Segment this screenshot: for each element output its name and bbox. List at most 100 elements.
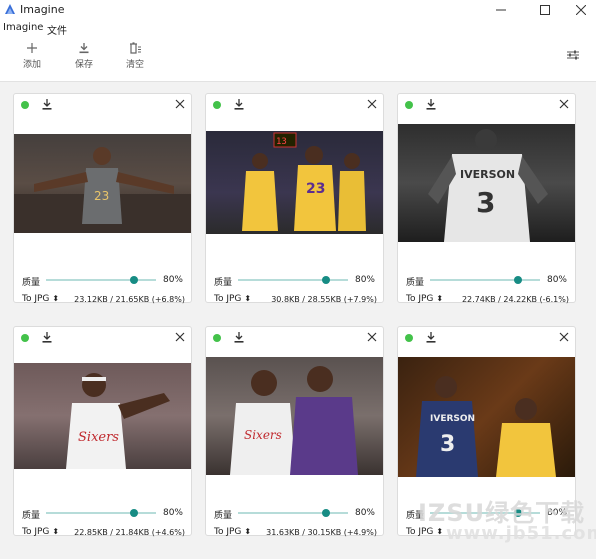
size-info: 30.8KB / 28.55KB (+7.9%) — [271, 295, 377, 304]
svg-text:3: 3 — [476, 186, 495, 219]
quality-value: 80% — [354, 275, 375, 285]
updown-arrows-icon: ⬍ — [52, 294, 60, 303]
close-icon[interactable] — [174, 98, 186, 110]
status-dot — [213, 334, 221, 342]
status-dot — [405, 101, 413, 109]
svg-text:Sixers: Sixers — [78, 430, 119, 445]
size-info: 31.63KB / 30.15KB (+4.9%) — [266, 528, 377, 537]
download-icon[interactable] — [233, 98, 245, 111]
watermark-url: www.jb51.com — [446, 523, 596, 544]
quality-slider[interactable] — [46, 276, 156, 284]
add-label: 添加 — [22, 60, 41, 70]
app-logo-icon — [5, 4, 15, 14]
updown-arrows-icon: ⬍ — [244, 294, 252, 303]
svg-text:23: 23 — [306, 181, 325, 197]
format-label: To JPG — [214, 294, 242, 304]
image-card: 13 23 质量 80% To JPG ⬍ 30.8KB / 28.55KB (+… — [205, 93, 384, 304]
download-icon[interactable] — [41, 331, 53, 344]
download-icon[interactable] — [425, 98, 437, 111]
quality-slider[interactable] — [430, 276, 540, 284]
player-photo-lakers: 13 23 — [242, 132, 366, 231]
title-bar: Imagine — [0, 0, 596, 19]
format-select[interactable]: To JPG ⬍ — [22, 527, 59, 537]
player-photo-iverson-back: IVERSON 3 — [428, 129, 548, 242]
format-select[interactable]: To JPG ⬍ — [406, 294, 443, 304]
plus-icon — [27, 43, 37, 53]
close-icon[interactable] — [558, 331, 570, 343]
svg-text:13: 13 — [276, 137, 287, 147]
image-preview: IVERSON 3 — [398, 124, 575, 242]
updown-arrows-icon: ⬍ — [244, 527, 252, 536]
slider-thumb[interactable] — [130, 276, 138, 284]
download-icon[interactable] — [425, 331, 437, 344]
menu-bar: Imagine 文件 — [0, 19, 596, 37]
status-dot — [405, 334, 413, 342]
save-label: 保存 — [74, 60, 93, 70]
player-photo-76ers: Sixers — [66, 373, 170, 469]
quality-value: 80% — [546, 275, 567, 285]
minimize-icon — [496, 9, 506, 10]
close-icon — [576, 4, 586, 15]
format-select[interactable]: To JPG ⬍ — [214, 527, 251, 537]
quality-slider[interactable] — [238, 509, 348, 517]
quality-value: 80% — [162, 275, 183, 285]
image-card: Sixers 质量 80% To JPG ⬍ 22.85KB / 21.84KB … — [13, 326, 192, 537]
slider-thumb[interactable] — [130, 509, 138, 517]
format-label: To JPG — [406, 294, 434, 304]
quality-label: 质量 — [22, 278, 41, 288]
format-label: To JPG — [22, 294, 50, 304]
svg-text:IVERSON: IVERSON — [430, 414, 475, 424]
watermark: IZSU绿色下载 www.jb51.com — [418, 493, 596, 553]
player-photo-iverson-kobe: IVERSON 3 — [416, 376, 556, 477]
download-icon[interactable] — [233, 331, 245, 344]
size-info: 23.12KB / 21.65KB (+6.8%) — [74, 295, 185, 304]
window-title: Imagine — [20, 3, 65, 16]
quality-label: 质量 — [406, 278, 425, 288]
player-photo-lebron: 23 — [14, 147, 191, 233]
format-select[interactable]: To JPG ⬍ — [214, 294, 251, 304]
save-button[interactable]: 保存 — [64, 42, 104, 70]
download-icon — [79, 43, 89, 54]
quality-value: 80% — [354, 508, 375, 518]
updown-arrows-icon: ⬍ — [436, 294, 444, 303]
image-preview: 23 — [14, 134, 191, 233]
svg-text:IVERSON: IVERSON — [460, 168, 515, 181]
size-info: 22.74KB / 24.22KB (-6.1%) — [461, 295, 569, 304]
options-sliders-icon[interactable] — [566, 49, 580, 61]
quality-label: 质量 — [22, 511, 41, 521]
window-close-button[interactable] — [566, 0, 596, 19]
menu-imagine[interactable]: Imagine — [3, 22, 43, 33]
maximize-button[interactable] — [530, 0, 560, 19]
image-preview: 13 23 — [206, 131, 383, 234]
updown-arrows-icon: ⬍ — [52, 527, 60, 536]
quality-slider[interactable] — [238, 276, 348, 284]
format-select[interactable]: To JPG ⬍ — [22, 294, 59, 304]
size-info: 22.85KB / 21.84KB (+4.6%) — [74, 528, 185, 537]
slider-thumb[interactable] — [514, 276, 522, 284]
quality-label: 质量 — [214, 278, 233, 288]
slider-thumb[interactable] — [322, 509, 330, 517]
status-dot — [21, 101, 29, 109]
image-preview: IVERSON 3 — [398, 357, 575, 477]
quality-slider[interactable] — [46, 509, 156, 517]
menu-file[interactable]: 文件 — [47, 22, 67, 37]
image-card: Sixers 质量 80% To JPG ⬍ 31.63KB / 30.15KB … — [205, 326, 384, 537]
image-card: IVERSON 3 质量 80% To JPG ⬍ 22.74KB / 24.22… — [397, 93, 576, 304]
add-button[interactable]: 添加 — [12, 42, 52, 70]
slider-thumb[interactable] — [322, 276, 330, 284]
clear-button[interactable]: 清空 — [115, 42, 155, 70]
close-icon[interactable] — [174, 331, 186, 343]
minimize-button[interactable] — [486, 0, 516, 19]
close-icon[interactable] — [366, 98, 378, 110]
clear-label: 清空 — [125, 60, 144, 70]
player-photo-duo: Sixers — [230, 366, 358, 475]
close-icon[interactable] — [558, 98, 570, 110]
format-label: To JPG — [22, 527, 50, 537]
close-icon[interactable] — [366, 331, 378, 343]
maximize-icon — [540, 4, 550, 15]
quality-value: 80% — [162, 508, 183, 518]
download-icon[interactable] — [41, 98, 53, 111]
quality-label: 质量 — [214, 511, 233, 521]
svg-text:3: 3 — [440, 432, 455, 457]
svg-text:23: 23 — [94, 189, 109, 203]
